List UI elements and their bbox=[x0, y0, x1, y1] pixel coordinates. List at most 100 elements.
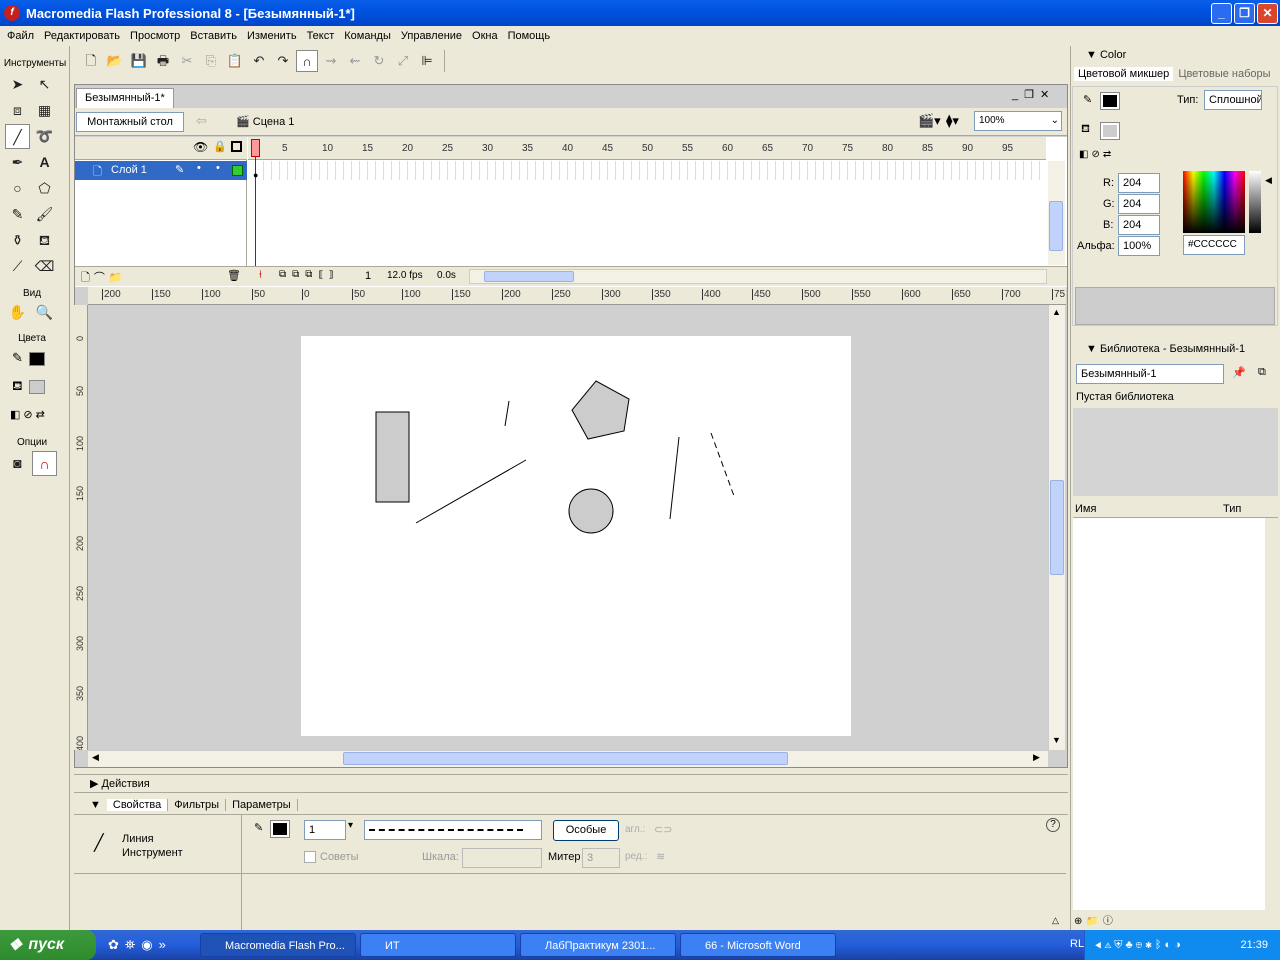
snap-magnet-icon[interactable]: ∩ bbox=[296, 50, 318, 72]
layer-row[interactable]: 🗋 Слой 1 ✎ • • bbox=[75, 161, 247, 180]
zoom-tool-icon[interactable]: 🔍 bbox=[32, 300, 57, 325]
text-tool-icon[interactable]: A bbox=[32, 150, 57, 175]
lock-dot[interactable]: • bbox=[216, 162, 220, 174]
free-transform-tool-icon[interactable]: ⧈ bbox=[5, 98, 30, 123]
pen-tool-icon[interactable]: ✒ bbox=[5, 150, 30, 175]
collapse-icon[interactable]: △ bbox=[1052, 915, 1059, 926]
eye-icon[interactable]: 👁 bbox=[193, 140, 208, 154]
rotate-icon[interactable]: ↻ bbox=[368, 50, 390, 72]
menu-item-5[interactable]: Текст bbox=[302, 30, 340, 42]
brightness-slider[interactable] bbox=[1249, 171, 1261, 233]
pencil-tool-icon[interactable]: ✎ bbox=[5, 202, 30, 227]
oval-tool-icon[interactable]: ○ bbox=[5, 176, 30, 201]
color-swap-icons[interactable]: ◧⊘⇄ bbox=[1079, 149, 1114, 160]
custom-stroke-button[interactable]: Особые bbox=[553, 820, 619, 841]
zoom-select[interactable]: 100% ⌄ bbox=[974, 111, 1062, 131]
stage-hscroll[interactable]: ◀ ▶ bbox=[88, 750, 1048, 767]
pentagon-shape[interactable] bbox=[571, 380, 630, 440]
col-name[interactable]: Имя bbox=[1075, 503, 1096, 515]
stroke-style-select[interactable] bbox=[364, 820, 542, 840]
undo-icon[interactable]: ↶ bbox=[248, 50, 270, 72]
smooth-icon[interactable]: ⇝ bbox=[320, 50, 342, 72]
circle-shape[interactable] bbox=[568, 488, 614, 534]
new-file-icon[interactable]: 🗋 bbox=[80, 50, 102, 72]
hints-checkbox[interactable] bbox=[304, 851, 316, 863]
visibility-dot[interactable]: • bbox=[197, 162, 201, 174]
center-frame-icon[interactable]: ⍿ bbox=[259, 269, 262, 282]
close-button[interactable]: ✕ bbox=[1257, 3, 1278, 24]
document-tab[interactable]: Безымянный-1* bbox=[76, 88, 174, 108]
join-icon[interactable]: ≋ bbox=[656, 850, 665, 863]
stage[interactable] bbox=[301, 336, 851, 736]
copy-icon[interactable]: ⎘ bbox=[200, 50, 222, 72]
cut-icon[interactable]: ✂ bbox=[176, 50, 198, 72]
fill-type-select[interactable]: Сплошной bbox=[1204, 90, 1262, 110]
tab-swatches[interactable]: Цветовые наборы bbox=[1176, 67, 1272, 81]
library-panel-header[interactable]: ▼ Библиотека - Безымянный-1 bbox=[1072, 340, 1280, 359]
layer-outline-color[interactable] bbox=[232, 165, 243, 176]
library-list[interactable] bbox=[1073, 518, 1265, 910]
keyframe-dot[interactable]: ● bbox=[253, 170, 258, 180]
stroke-color-swatch[interactable]: ✎ bbox=[12, 350, 62, 372]
pin-library-icon[interactable]: 📌 bbox=[1232, 366, 1246, 379]
task-folder[interactable]: ИТ bbox=[360, 933, 516, 957]
scroll-right-icon[interactable]: ▶ bbox=[1033, 752, 1040, 763]
menu-item-7[interactable]: Управление bbox=[396, 30, 467, 42]
short-line[interactable] bbox=[504, 400, 510, 427]
diagonal-line[interactable] bbox=[415, 459, 527, 524]
eyedropper-tool-icon[interactable]: ⟋ bbox=[5, 254, 30, 279]
redo-icon[interactable]: ↷ bbox=[272, 50, 294, 72]
hex-input[interactable]: #CCCCCC bbox=[1183, 235, 1245, 255]
add-layer-icons[interactable]: 🗋⌒📁 bbox=[81, 269, 127, 288]
cap-icon[interactable]: ⊂⊃ bbox=[654, 823, 672, 836]
tab-filters[interactable]: Фильтры bbox=[168, 799, 227, 811]
print-icon[interactable]: 🖶 bbox=[152, 50, 174, 72]
menu-item-1[interactable]: Редактировать bbox=[39, 30, 125, 42]
lasso-tool-icon[interactable]: ➰ bbox=[32, 124, 57, 149]
task-flash[interactable]: Macromedia Flash Pro... bbox=[200, 933, 356, 957]
col-type[interactable]: Тип bbox=[1223, 503, 1241, 515]
onion-skin-icons[interactable]: ⧉⧉⧉⟦⟧ bbox=[279, 269, 340, 280]
ink-bottle-tool-icon[interactable]: ⚱ bbox=[5, 228, 30, 253]
miter-input[interactable]: 3 bbox=[582, 848, 620, 868]
hand-tool-icon[interactable]: ✋ bbox=[5, 300, 30, 325]
stroke-width-slider-icon[interactable]: ▾ bbox=[348, 820, 353, 831]
brightness-arrow-icon[interactable]: ◀ bbox=[1265, 175, 1272, 186]
scroll-down-icon[interactable]: ▼ bbox=[1052, 735, 1061, 745]
stroke-width-input[interactable]: 1 bbox=[304, 820, 346, 840]
scale-select[interactable] bbox=[462, 848, 542, 868]
dashed-line[interactable] bbox=[710, 432, 735, 497]
swap-colors-icons[interactable]: ◧⊘⇄ bbox=[10, 408, 48, 421]
mixer-fill-color[interactable] bbox=[1100, 122, 1120, 140]
quicklaunch-icons[interactable]: ✿⛯◉» bbox=[108, 937, 172, 953]
subselect-tool-icon[interactable]: ↖ bbox=[32, 72, 57, 97]
actions-panel-header[interactable]: ▶ Действия bbox=[74, 774, 1068, 793]
object-drawing-icon[interactable]: ◙ bbox=[5, 451, 30, 476]
line-tool-icon[interactable]: ╱ bbox=[5, 124, 30, 149]
paint-bucket-tool-icon[interactable]: ⛾ bbox=[32, 228, 57, 253]
menu-item-4[interactable]: Изменить bbox=[242, 30, 302, 42]
scroll-up-icon[interactable]: ▲ bbox=[1052, 307, 1061, 317]
r-input[interactable]: 204 bbox=[1118, 173, 1160, 193]
straighten-icon[interactable]: ⇜ bbox=[344, 50, 366, 72]
edit-symbols-icon[interactable]: ⧫▾ bbox=[946, 113, 959, 129]
tab-properties[interactable]: Свойства bbox=[106, 799, 169, 811]
help-icon[interactable]: ? bbox=[1046, 818, 1060, 832]
language-indicator[interactable]: RL bbox=[1070, 938, 1084, 950]
align-icon[interactable]: ⊫ bbox=[416, 50, 438, 72]
stroke-color-button[interactable] bbox=[270, 820, 290, 838]
library-doc-select[interactable]: Безымянный-1 bbox=[1076, 364, 1224, 384]
color-spectrum[interactable] bbox=[1183, 171, 1245, 233]
scale-icon[interactable]: ⤢ bbox=[392, 50, 414, 72]
paste-icon[interactable]: 📋 bbox=[224, 50, 246, 72]
menu-item-8[interactable]: Окна bbox=[467, 30, 503, 42]
brush-tool-icon[interactable]: 🖌 bbox=[32, 202, 57, 227]
timeline-vscroll[interactable] bbox=[1048, 161, 1065, 265]
polystar-tool-icon[interactable]: ⬠ bbox=[32, 176, 57, 201]
scroll-left-icon[interactable]: ◀ bbox=[92, 752, 99, 763]
b-input[interactable]: 204 bbox=[1118, 215, 1160, 235]
save-icon[interactable]: 💾 bbox=[128, 50, 150, 72]
tab-parameters[interactable]: Параметры bbox=[226, 799, 298, 811]
doc-window-controls[interactable]: _❐✕ bbox=[1012, 88, 1055, 101]
minimize-button[interactable]: _ bbox=[1211, 3, 1232, 24]
